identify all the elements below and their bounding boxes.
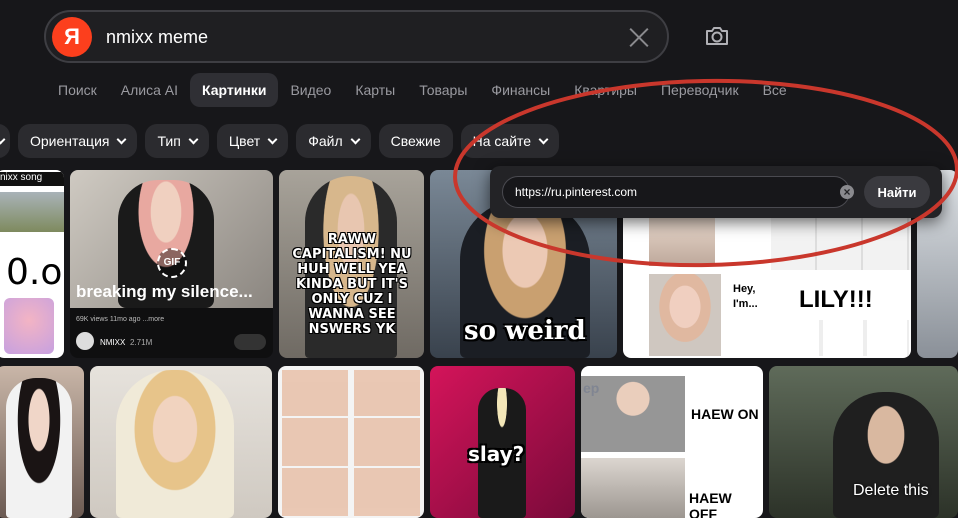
- video-title: breaking my silence...: [76, 282, 253, 301]
- clear-icon[interactable]: ×: [840, 185, 854, 199]
- camera-search-icon[interactable]: [703, 24, 731, 48]
- tank-image: [0, 192, 64, 232]
- meme-collage: [282, 370, 420, 518]
- tab-finance[interactable]: Финансы: [479, 73, 562, 107]
- comic-text: Hey, I'm...: [733, 283, 758, 310]
- photo-panel: [649, 274, 721, 356]
- comic-text: LILY!!!: [799, 286, 873, 313]
- comic-text: HAEW ON: [691, 406, 759, 422]
- yandex-logo-icon[interactable]: Я: [52, 17, 92, 57]
- chevron-down-icon: [188, 134, 199, 144]
- gif-badge: GIF: [157, 248, 187, 278]
- filter-fresh[interactable]: Свежие: [378, 124, 453, 158]
- comic-text: HAEW OFF: [689, 490, 732, 518]
- channel-name: NMIXX: [100, 338, 126, 347]
- image-result[interactable]: ep HAEW ON HAEW OFF: [581, 366, 763, 518]
- chevron-down-icon: [0, 134, 6, 144]
- comic-panel: [779, 320, 909, 356]
- meme-caption: RAWW CAPITALISM! NU HUH WELL YEA KINDA B…: [292, 232, 412, 337]
- search-bar[interactable]: Я nmixx meme: [44, 10, 669, 63]
- tab-products[interactable]: Товары: [407, 73, 479, 107]
- filter-label: Ориентация: [30, 133, 110, 149]
- filter-chip-hidden[interactable]: [0, 124, 10, 158]
- filter-site[interactable]: На сайте: [460, 124, 560, 158]
- filter-label: Цвет: [228, 133, 261, 149]
- tab-maps[interactable]: Карты: [343, 73, 407, 107]
- tab-all[interactable]: Все: [751, 73, 799, 107]
- meme-caption: so weird: [464, 316, 586, 346]
- search-tabs: Поиск Алиса AI Картинки Видео Карты Това…: [46, 72, 799, 108]
- rage-face-panel: [771, 214, 911, 270]
- cartoon-image: [4, 298, 54, 354]
- meme-caption: slay?: [468, 442, 525, 466]
- image-result[interactable]: slay?: [430, 366, 575, 518]
- filter-file[interactable]: Файл: [296, 124, 371, 158]
- subscriber-count: 2.71M: [130, 338, 153, 347]
- image-result[interactable]: [0, 366, 84, 518]
- filter-bar: Ориентация Тип Цвет Файл Свежие На сайте: [0, 124, 567, 158]
- filter-label: На сайте: [472, 133, 532, 149]
- tile-caption: nixx song: [0, 172, 64, 186]
- site-url-input[interactable]: [502, 176, 850, 208]
- video-meta: 69K views 11mo ago ...more: [76, 316, 165, 323]
- search-input[interactable]: nmixx meme: [106, 27, 208, 48]
- channel-avatar: [76, 332, 94, 350]
- filter-color[interactable]: Цвет: [216, 124, 289, 158]
- bell-icon[interactable]: [234, 334, 266, 350]
- filter-label: Файл: [308, 133, 343, 149]
- chevron-down-icon: [267, 134, 278, 144]
- filter-type[interactable]: Тип: [145, 124, 209, 158]
- tab-realty[interactable]: Квартиры: [562, 73, 649, 107]
- photo-panel: [649, 218, 715, 266]
- tab-video[interactable]: Видео: [278, 73, 343, 107]
- find-button[interactable]: Найти: [864, 176, 930, 208]
- tab-alice[interactable]: Алиса AI: [109, 73, 190, 107]
- chevron-down-icon: [538, 134, 549, 144]
- person-figure: [116, 370, 234, 518]
- site-filter-popup: × Найти: [490, 166, 942, 218]
- chevron-down-icon: [117, 134, 127, 144]
- meme-caption: Delete this: [853, 482, 929, 499]
- clear-icon[interactable]: [628, 26, 650, 48]
- tab-search[interactable]: Поиск: [46, 73, 109, 107]
- image-result[interactable]: [278, 366, 424, 518]
- photo-panel: [581, 376, 685, 452]
- image-result[interactable]: RAWW CAPITALISM! NU HUH WELL YEA KINDA B…: [279, 170, 424, 358]
- filter-orientation[interactable]: Ориентация: [18, 124, 138, 158]
- filter-label: Свежие: [390, 133, 441, 149]
- chevron-down-icon: [350, 134, 361, 144]
- image-result[interactable]: Delete this: [769, 366, 958, 518]
- image-result[interactable]: [90, 366, 272, 518]
- filter-label: Тип: [157, 133, 181, 149]
- image-result[interactable]: GIF breaking my silence... 69K views 11m…: [70, 170, 273, 358]
- tab-translator[interactable]: Переводчик: [649, 73, 751, 107]
- photo-panel: [581, 458, 685, 518]
- person-figure: [6, 378, 72, 518]
- tab-images[interactable]: Картинки: [190, 73, 279, 107]
- image-result[interactable]: nixx song 0.o: [0, 170, 64, 358]
- tile-big-text: 0.o: [6, 252, 63, 293]
